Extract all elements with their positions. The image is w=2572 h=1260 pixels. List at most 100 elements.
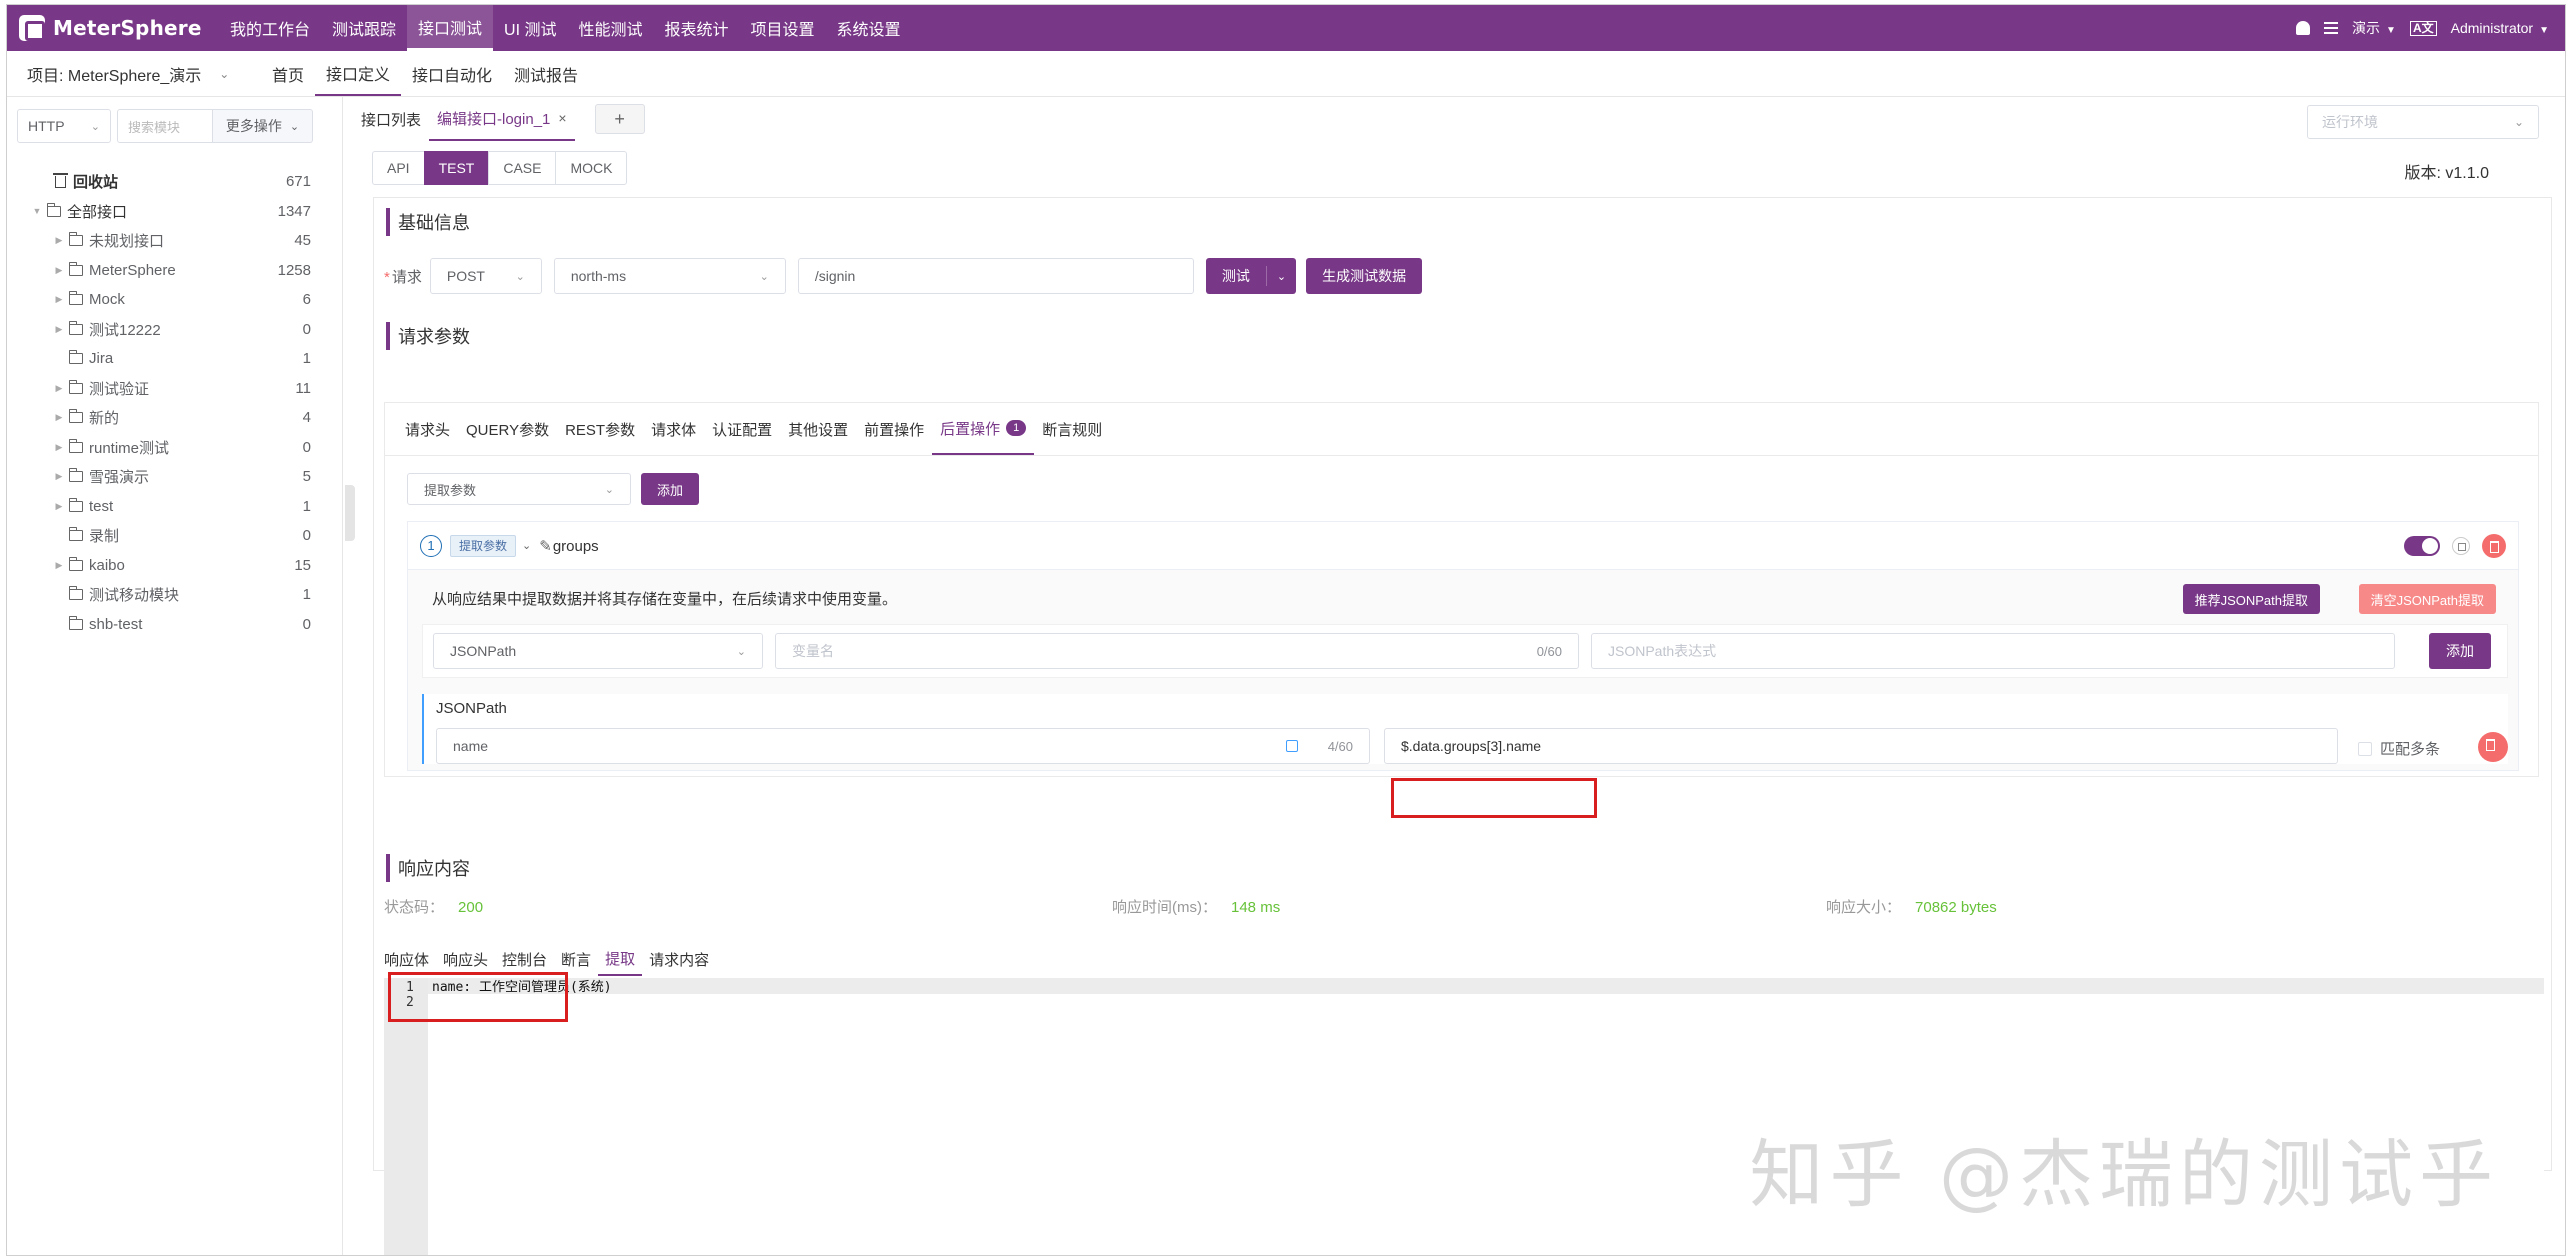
- caret-right-icon[interactable]: ▶: [53, 294, 65, 305]
- user-menu[interactable]: Administrator ▼: [2451, 20, 2549, 36]
- add-extract-button[interactable]: 添加: [2429, 633, 2491, 669]
- tree-item[interactable]: ▼ 全部接口 1347: [7, 197, 343, 227]
- bell-icon[interactable]: [2296, 21, 2311, 35]
- tree-item[interactable]: Jira 1: [7, 344, 343, 374]
- tree-item[interactable]: ▶ MeterSphere 1258: [7, 256, 343, 286]
- step-name[interactable]: ✎groups: [539, 537, 598, 555]
- api-test-card: 基础信息 * 请求 POST ⌄ north-ms ⌄ /signin 测试 ⌄ 生成…: [373, 197, 2552, 1255]
- tree-item[interactable]: ▶ 测试验证 11: [7, 374, 343, 404]
- tree-item[interactable]: 回收站 671: [7, 167, 343, 197]
- chevron-down-icon[interactable]: ⌄: [1267, 270, 1296, 283]
- mode-test-button[interactable]: TEST: [423, 151, 490, 185]
- jsonpath-expression-input[interactable]: JSONPath表达式: [1591, 633, 2395, 669]
- tree-item-count: 1347: [277, 202, 311, 220]
- tree-item[interactable]: ▶ test 1: [7, 492, 343, 522]
- caret-right-icon[interactable]: ▶: [53, 501, 65, 512]
- tab-assertion-result[interactable]: 断言: [554, 942, 598, 976]
- tab-api-list[interactable]: 接口列表: [353, 97, 429, 141]
- path-input[interactable]: /signin: [797, 258, 1194, 294]
- caret-right-icon[interactable]: ▶: [53, 235, 65, 246]
- variable-name-input[interactable]: 变量名 0/60: [775, 633, 1579, 669]
- tree-item[interactable]: ▶ 新的 4: [7, 403, 343, 433]
- tab-post-processor[interactable]: 后置操作 1: [932, 403, 1035, 455]
- extract-variable-name-field[interactable]: name 4/60: [436, 728, 1370, 764]
- copy-icon[interactable]: [2452, 537, 2470, 555]
- environment-select[interactable]: north-ms ⌄: [553, 258, 786, 294]
- caret-right-icon[interactable]: ▶: [53, 265, 65, 276]
- tab-rest[interactable]: REST参数: [557, 403, 643, 455]
- tree-item[interactable]: ▶ 测试12222 0: [7, 315, 343, 345]
- nav-project-settings[interactable]: 项目设置: [740, 5, 826, 51]
- tree-item[interactable]: ▶ 未规划接口 45: [7, 226, 343, 256]
- extract-expression-field[interactable]: $.data.groups[3].name: [1384, 728, 2338, 764]
- language-icon[interactable]: A文: [2409, 20, 2437, 36]
- tab-pre-processor[interactable]: 前置操作: [856, 403, 932, 455]
- match-multiple-checkbox[interactable]: 匹配多条: [2358, 738, 2440, 759]
- tab-headers[interactable]: 请求头: [397, 403, 458, 455]
- tab-assertions[interactable]: 断言规则: [1034, 403, 1110, 455]
- subnav-test-report[interactable]: 测试报告: [503, 51, 589, 96]
- tab-response-body[interactable]: 响应体: [384, 942, 436, 976]
- task-list-icon[interactable]: [2324, 22, 2339, 34]
- test-button[interactable]: 测试: [1206, 266, 1267, 286]
- caret-right-icon[interactable]: ▶: [53, 560, 65, 571]
- tree-item[interactable]: 测试移动模块 1: [7, 580, 343, 610]
- mode-api-button[interactable]: API: [372, 151, 425, 185]
- mode-mock-button[interactable]: MOCK: [555, 151, 628, 185]
- tab-request-content[interactable]: 请求内容: [642, 942, 716, 976]
- tab-response-headers[interactable]: 响应头: [436, 942, 495, 976]
- more-ops-dropdown[interactable]: 更多操作 ⌄: [213, 109, 313, 143]
- delete-icon[interactable]: [2482, 534, 2506, 558]
- caret-right-icon[interactable]: ▶: [53, 471, 65, 482]
- tree-item[interactable]: ▶ 雪强演示 5: [7, 462, 343, 492]
- workspace-switcher[interactable]: 演示 ▼: [2352, 18, 2396, 38]
- tree-item[interactable]: ▶ kaibo 15: [7, 551, 343, 581]
- tab-edit-api[interactable]: 编辑接口-login_1 ×: [429, 97, 575, 141]
- caret-right-icon[interactable]: ▶: [53, 442, 65, 453]
- tab-query[interactable]: QUERY参数: [458, 403, 557, 455]
- copy-icon[interactable]: [1285, 740, 1298, 752]
- method-select[interactable]: POST ⌄: [429, 258, 542, 294]
- nav-reports[interactable]: 报表统计: [654, 5, 740, 51]
- close-icon[interactable]: ×: [558, 110, 566, 126]
- project-selector[interactable]: 项目: MeterSphere_演示 ⌄: [7, 62, 261, 86]
- caret-right-icon[interactable]: ▶: [53, 324, 65, 335]
- tab-other-settings[interactable]: 其他设置: [780, 403, 856, 455]
- caret-right-icon[interactable]: ▶: [53, 412, 65, 423]
- folder-icon: [69, 350, 83, 365]
- tab-body[interactable]: 请求体: [643, 403, 704, 455]
- tree-item[interactable]: 录制 0: [7, 521, 343, 551]
- add-processor-button[interactable]: 添加: [641, 473, 700, 505]
- generate-data-button[interactable]: 生成测试数据: [1306, 258, 1423, 294]
- run-environment-select[interactable]: 运行环境 ⌄: [2307, 105, 2539, 139]
- extract-type-select[interactable]: JSONPath ⌄: [433, 633, 763, 669]
- nav-workbench[interactable]: 我的工作台: [219, 5, 321, 51]
- add-tab-button[interactable]: +: [594, 104, 645, 134]
- enable-toggle[interactable]: [2404, 536, 2440, 556]
- nav-performance-test[interactable]: 性能测试: [568, 5, 654, 51]
- tab-extract-result[interactable]: 提取: [598, 942, 643, 976]
- tree-item[interactable]: shb-test 0: [7, 610, 343, 640]
- tab-auth[interactable]: 认证配置: [704, 403, 780, 455]
- mode-case-button[interactable]: CASE: [488, 151, 557, 185]
- recommend-jsonpath-button[interactable]: 推荐JSONPath提取: [2182, 584, 2320, 614]
- nav-ui-test[interactable]: UI 测试: [493, 5, 567, 51]
- tab-console[interactable]: 控制台: [495, 942, 554, 976]
- caret-right-icon[interactable]: ▶: [53, 383, 65, 394]
- subnav-api-automation[interactable]: 接口自动化: [401, 51, 503, 96]
- caret-down-icon[interactable]: ▼: [31, 206, 43, 216]
- clear-jsonpath-button[interactable]: 清空JSONPath提取: [2358, 584, 2496, 614]
- tree-item[interactable]: ▶ runtime测试 0: [7, 433, 343, 463]
- nav-test-track[interactable]: 测试跟踪: [321, 5, 407, 51]
- tree-item[interactable]: ▶ Mock 6: [7, 285, 343, 315]
- processor-type-select[interactable]: 提取参数 ⌄: [407, 473, 631, 505]
- nav-system-settings[interactable]: 系统设置: [826, 5, 912, 51]
- chevron-down-icon[interactable]: ⌄: [522, 539, 531, 552]
- subnav-api-definition[interactable]: 接口定义: [315, 51, 402, 96]
- logo[interactable]: MeterSphere: [7, 15, 219, 41]
- protocol-select[interactable]: HTTP ⌄: [17, 109, 111, 143]
- module-search-input[interactable]: 搜索模块: [117, 109, 213, 143]
- delete-extract-row-icon[interactable]: [2478, 732, 2508, 762]
- nav-api-test[interactable]: 接口测试: [407, 5, 494, 51]
- subnav-home[interactable]: 首页: [261, 51, 315, 96]
